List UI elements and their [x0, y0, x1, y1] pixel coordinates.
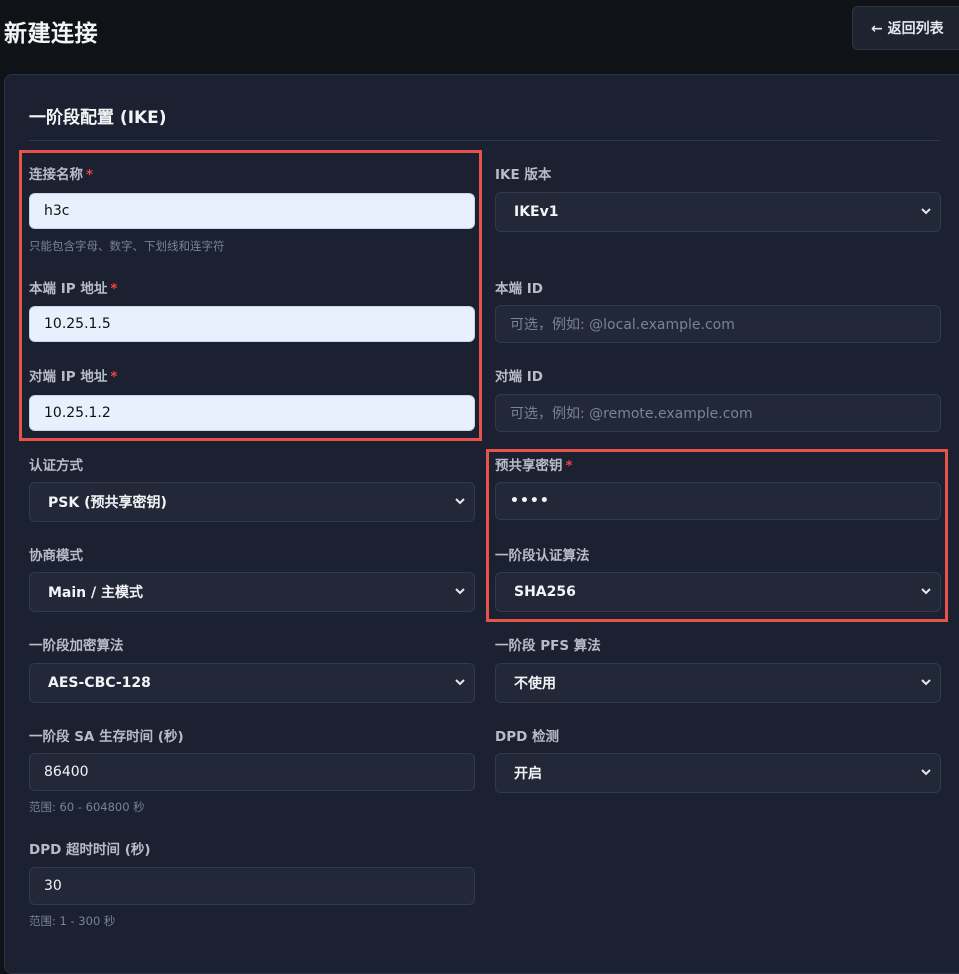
local-ip-input[interactable]: 10.25.1.5 — [29, 306, 475, 342]
local-id-label: 本端 ID — [495, 281, 543, 297]
required-mark: * — [110, 369, 118, 385]
p1-auth-alg-label: 一阶段认证算法 — [495, 548, 590, 564]
remote-ip-input[interactable]: 10.25.1.2 — [29, 395, 475, 431]
local-ip-label: 本端 IP 地址 * — [29, 281, 118, 297]
p1-pfs-select[interactable]: 不使用 — [495, 663, 941, 703]
p1-enc-alg-value: AES-CBC-128 — [48, 675, 151, 691]
required-mark: * — [110, 281, 118, 297]
psk-label: 预共享密钥 * — [495, 458, 573, 474]
dpd-select[interactable]: 开启 — [495, 753, 941, 793]
auth-method-value: PSK (预共享密钥) — [48, 495, 167, 511]
nego-mode-select[interactable]: Main / 主模式 — [29, 572, 475, 612]
sa-lifetime-label: 一阶段 SA 生存时间 (秒) — [29, 729, 184, 745]
chevron-down-icon — [455, 498, 465, 505]
section-title: 一阶段配置 (IKE) — [29, 108, 167, 128]
ike-version-select[interactable]: IKEv1 — [495, 192, 941, 232]
remote-id-input[interactable]: 可选，例如: @remote.example.com — [495, 394, 941, 432]
ike-version-label: IKE 版本 — [495, 167, 552, 183]
chevron-down-icon — [455, 588, 465, 595]
auth-method-label: 认证方式 — [29, 458, 83, 474]
conn-name-input[interactable]: h3c — [29, 193, 475, 229]
section-divider — [29, 140, 940, 141]
psk-input[interactable]: •••• — [495, 482, 941, 520]
p1-enc-alg-label: 一阶段加密算法 — [29, 638, 124, 654]
back-to-list-button[interactable]: ← 返回列表 — [852, 6, 959, 50]
p1-auth-alg-select[interactable]: SHA256 — [495, 572, 941, 612]
dpd-label: DPD 检测 — [495, 729, 560, 745]
dpd-value: 开启 — [514, 766, 542, 782]
chevron-down-icon — [921, 208, 931, 215]
nego-mode-value: Main / 主模式 — [48, 585, 144, 601]
ike-version-value: IKEv1 — [514, 204, 559, 220]
chevron-down-icon — [921, 679, 931, 686]
sa-lifetime-input[interactable]: 86400 — [29, 753, 475, 791]
conn-name-hint: 只能包含字母、数字、下划线和连字符 — [29, 239, 225, 253]
p1-enc-alg-select[interactable]: AES-CBC-128 — [29, 663, 475, 703]
dpd-timeout-label: DPD 超时时间 (秒) — [29, 842, 151, 858]
p1-auth-alg-value: SHA256 — [514, 584, 576, 600]
dpd-timeout-input[interactable]: 30 — [29, 867, 475, 905]
remote-id-label: 对端 ID — [495, 369, 543, 385]
sa-lifetime-value: 86400 — [44, 764, 89, 780]
conn-name-value: h3c — [44, 203, 70, 219]
dpd-timeout-hint: 范围: 1 - 300 秒 — [29, 914, 116, 928]
chevron-down-icon — [921, 588, 931, 595]
local-id-input[interactable]: 可选，例如: @local.example.com — [495, 305, 941, 343]
chevron-down-icon — [921, 769, 931, 776]
sa-lifetime-hint: 范围: 60 - 604800 秒 — [29, 800, 145, 814]
local-id-placeholder: 可选，例如: @local.example.com — [510, 317, 735, 333]
required-mark: * — [565, 458, 573, 474]
page-title: 新建连接 — [4, 21, 98, 47]
p1-pfs-value: 不使用 — [514, 676, 556, 692]
chevron-down-icon — [455, 679, 465, 686]
dpd-timeout-value: 30 — [44, 878, 62, 894]
local-ip-value: 10.25.1.5 — [44, 316, 111, 332]
auth-method-select[interactable]: PSK (预共享密钥) — [29, 482, 475, 522]
psk-masked-value: •••• — [510, 493, 550, 509]
remote-ip-label: 对端 IP 地址 * — [29, 369, 118, 385]
conn-name-label: 连接名称 * — [29, 167, 94, 183]
nego-mode-label: 协商模式 — [29, 548, 83, 564]
remote-ip-value: 10.25.1.2 — [44, 405, 111, 421]
p1-pfs-label: 一阶段 PFS 算法 — [495, 638, 601, 654]
remote-id-placeholder: 可选，例如: @remote.example.com — [510, 406, 753, 422]
required-mark: * — [86, 167, 94, 183]
